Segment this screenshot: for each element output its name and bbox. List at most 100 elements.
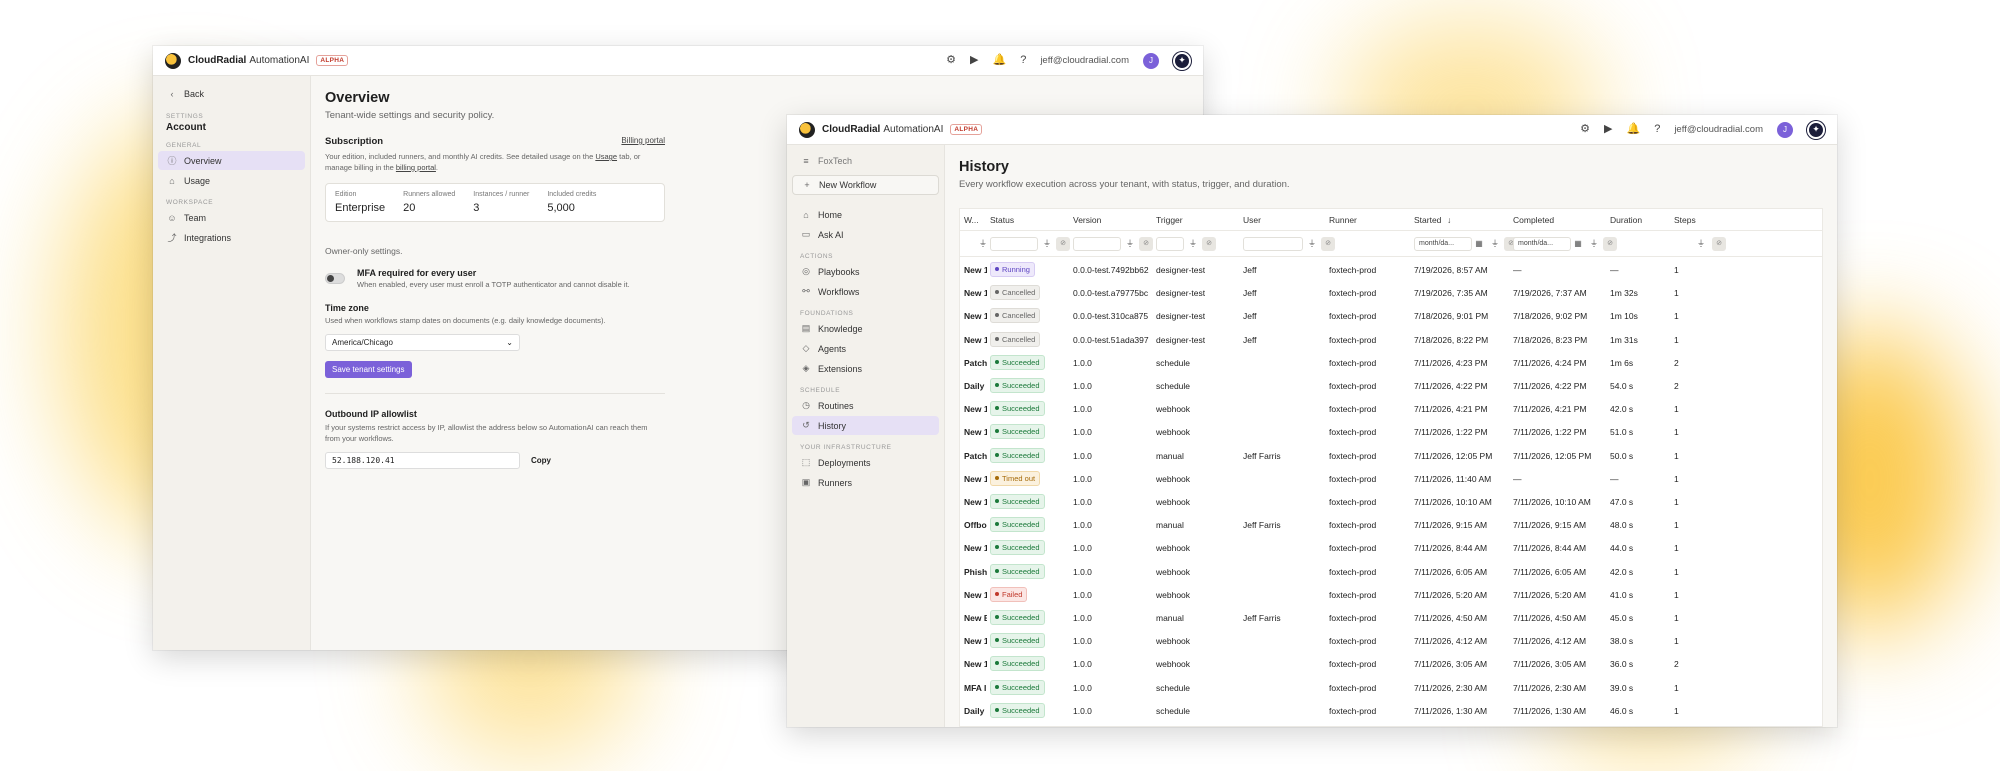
filter-icon[interactable]: ⏚ (1305, 237, 1319, 251)
help-icon[interactable]: ? (1654, 124, 1660, 135)
table-row[interactable]: Patch Succeeded 1.0.0 manual Jeff Farris foxt… (960, 444, 1822, 467)
table-row[interactable]: Phish Succeeded 1.0.0 webhook foxtech-prod 7/… (960, 560, 1822, 583)
bell-icon[interactable]: 🔔 (992, 55, 1006, 66)
column-header[interactable]: Status (990, 215, 1014, 225)
table-row[interactable]: New 1 Timed out 1.0.0 webhook foxtech-prod 7/… (960, 467, 1822, 490)
workflow-cell[interactable]: New 1 (964, 636, 987, 646)
table-row[interactable]: New 1 Cancelled 0.0.0-test.51ada397 designe… (960, 328, 1822, 351)
workflow-cell[interactable]: Daily (964, 381, 987, 391)
sidebar-item-workflows[interactable]: ⚯ Workflows (792, 282, 939, 301)
table-row[interactable]: New 1 Succeeded 1.0.0 webhook foxtech-prod 7/… (960, 490, 1822, 513)
assistant-icon[interactable]: ✦ (1173, 51, 1191, 70)
filter-icon[interactable]: ⏚ (1694, 237, 1708, 251)
workflow-cell[interactable]: New 1 (964, 427, 987, 437)
column-header[interactable]: Completed (1513, 215, 1554, 225)
column-header[interactable]: W... (964, 215, 979, 225)
copy-button[interactable]: Copy (531, 456, 551, 465)
column-header[interactable]: Steps (1674, 215, 1696, 225)
filter-clear-icon[interactable]: ⊘ (1712, 237, 1726, 251)
sort-desc-icon[interactable]: ↓ (1447, 215, 1451, 225)
column-header[interactable]: User (1243, 215, 1261, 225)
calendar-icon[interactable]: ▦ (1571, 237, 1585, 251)
table-row[interactable]: New 1 Succeeded 1.0.0 webhook foxtech-prod 7/… (960, 397, 1822, 420)
filter-clear-icon[interactable]: ⊘ (1202, 237, 1216, 251)
sidebar-item-team[interactable]: ☺ Team (158, 208, 305, 227)
table-row[interactable]: New 1 Running 0.0.0-test.7492bb62 designer-… (960, 258, 1822, 281)
workflow-cell[interactable]: New 1 (964, 659, 987, 669)
gear-icon[interactable]: ⚙ (1580, 124, 1590, 135)
workflow-cell[interactable]: New 1 (964, 474, 987, 484)
table-row[interactable]: Patch Succeeded 1.0.0 schedule foxtech-prod 7… (960, 351, 1822, 374)
workflow-cell[interactable]: New 1 (964, 288, 987, 298)
filter-clear-icon[interactable]: ⊘ (1139, 237, 1153, 251)
filter-icon[interactable]: ⏚ (1587, 237, 1601, 251)
table-row[interactable]: New 1 Succeeded 1.0.0 webhook foxtech-prod 7/… (960, 652, 1822, 675)
new-workflow-button[interactable]: + New Workflow (792, 175, 939, 195)
mfa-toggle[interactable] (325, 273, 345, 285)
table-row[interactable]: New 1 Failed 1.0.0 webhook foxtech-prod 7/11/… (960, 583, 1822, 606)
play-icon[interactable]: ▶ (970, 55, 978, 66)
sidebar-item-routines[interactable]: ◷ Routines (792, 396, 939, 415)
sidebar-item-extensions[interactable]: ◈ Extensions (792, 359, 939, 378)
sidebar-item-home[interactable]: ⌂ Home (792, 205, 939, 224)
filter-input[interactable] (1073, 237, 1121, 251)
outbound-ip-field[interactable]: 52.188.120.41 (325, 451, 520, 469)
user-email[interactable]: jeff@cloudradial.com (1674, 124, 1763, 135)
column-header[interactable]: Started (1414, 215, 1441, 225)
filter-input[interactable] (1156, 237, 1184, 251)
table-row[interactable]: New E Succeeded 1.0.0 manual Jeff Farris foxt… (960, 606, 1822, 629)
table-row[interactable]: New 1 Cancelled 0.0.0-test.a79775bc designe… (960, 281, 1822, 304)
help-icon[interactable]: ? (1020, 55, 1026, 66)
workflow-cell[interactable]: New E (964, 613, 987, 623)
workflow-cell[interactable]: Offbo (964, 520, 987, 530)
filter-clear-icon[interactable]: ⊘ (1321, 237, 1335, 251)
workflow-cell[interactable]: Patch (964, 451, 987, 461)
workflow-cell[interactable]: New 1 (964, 590, 987, 600)
sidebar-item-history[interactable]: ↺ History (792, 416, 939, 435)
timezone-select[interactable]: America/Chicago ⌄ (325, 333, 520, 351)
sidebar-item-knowledge[interactable]: ▤ Knowledge (792, 319, 939, 338)
column-header[interactable]: Trigger (1156, 215, 1183, 225)
workflow-cell[interactable]: New 1 (964, 497, 987, 507)
filter-icon[interactable]: ⏚ (1040, 237, 1054, 251)
sidebar-item-integrations[interactable]: ⤴ Integrations (158, 228, 305, 247)
workflow-cell[interactable]: Daily (964, 706, 987, 716)
table-row[interactable]: New 1 Succeeded 1.0.0 webhook foxtech-prod 7/… (960, 420, 1822, 443)
column-header[interactable]: Version (1073, 215, 1101, 225)
bell-icon[interactable]: 🔔 (1626, 124, 1640, 135)
sidebar-item-runners[interactable]: ▣ Runners (792, 473, 939, 492)
column-header[interactable]: Runner (1329, 215, 1357, 225)
tenant-switcher[interactable]: ≡ FoxTech (792, 151, 939, 170)
column-header[interactable]: Duration (1610, 215, 1642, 225)
avatar[interactable]: J (1143, 52, 1159, 69)
back-button[interactable]: ‹ Back (158, 84, 305, 103)
play-icon[interactable]: ▶ (1604, 124, 1612, 135)
date-filter-input[interactable]: month/da... (1414, 237, 1472, 251)
billing-portal-link[interactable]: Billing portal (621, 136, 665, 147)
filter-icon[interactable]: ⏚ (976, 237, 990, 251)
assistant-icon[interactable]: ✦ (1807, 120, 1825, 139)
billing-portal-inline-link[interactable]: billing portal (396, 163, 436, 172)
table-row[interactable]: New 1 Succeeded 1.0.0 webhook foxtech-prod 7/… (960, 536, 1822, 559)
usage-link[interactable]: Usage (595, 152, 617, 161)
table-row[interactable]: MFA I Succeeded 1.0.0 schedule foxtech-prod 7… (960, 676, 1822, 699)
filter-input[interactable] (1243, 237, 1303, 251)
workflow-cell[interactable]: MFA I (964, 683, 987, 693)
filter-icon[interactable]: ⏚ (1186, 237, 1200, 251)
calendar-icon[interactable]: ▦ (1472, 237, 1486, 251)
workflow-cell[interactable]: New 1 (964, 311, 987, 321)
sidebar-item-ask-ai[interactable]: ▭ Ask AI (792, 225, 939, 244)
workflow-cell[interactable]: New 1 (964, 265, 987, 275)
filter-icon[interactable]: ⏚ (1488, 237, 1502, 251)
sidebar-item-playbooks[interactable]: ◎ Playbooks (792, 262, 939, 281)
table-row[interactable]: New 1 Succeeded 1.0.0 webhook foxtech-prod 7/… (960, 629, 1822, 652)
filter-input[interactable] (990, 237, 1038, 251)
workflow-cell[interactable]: New 1 (964, 543, 987, 553)
avatar[interactable]: J (1777, 121, 1793, 138)
table-row[interactable]: Daily Succeeded 1.0.0 schedule foxtech-prod 7… (960, 374, 1822, 397)
sidebar-item-usage[interactable]: ⌂ Usage (158, 171, 305, 190)
sidebar-item-overview[interactable]: ⓘ Overview (158, 151, 305, 170)
workflow-cell[interactable]: New 1 (964, 404, 987, 414)
filter-icon[interactable]: ⏚ (1123, 237, 1137, 251)
sidebar-item-agents[interactable]: ◇ Agents (792, 339, 939, 358)
